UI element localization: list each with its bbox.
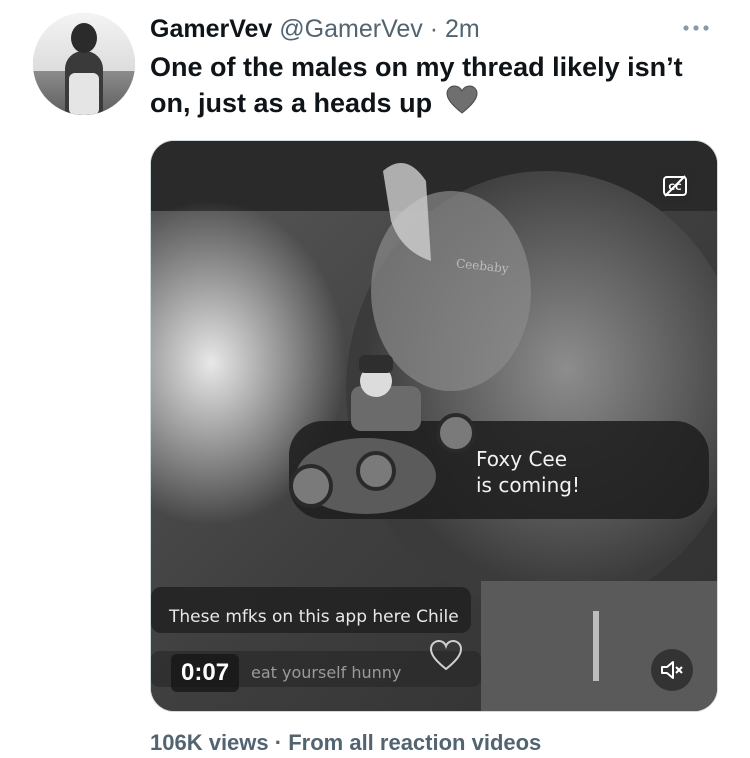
closed-captions-off-icon: CC xyxy=(663,175,687,197)
video-duration: 0:07 xyxy=(171,654,240,692)
display-name[interactable]: GamerVev xyxy=(150,15,272,43)
jacket xyxy=(481,581,717,711)
grey-heart-icon xyxy=(446,85,478,114)
video-overlay-name: Foxy Cee is coming! xyxy=(476,446,606,498)
more-options-button[interactable] xyxy=(678,14,714,42)
tweet-text-content: One of the males on my thread likely isn… xyxy=(150,52,683,118)
video-player[interactable]: Ceebaby Foxy Cee is coming! These mfks o… xyxy=(150,140,718,712)
captions-button[interactable]: CC xyxy=(656,169,694,203)
zipper xyxy=(593,611,599,681)
tweet-text: One of the males on my thread likely isn… xyxy=(150,50,710,121)
tweet: GamerVev @GamerVev · 2m One of the males… xyxy=(0,0,750,758)
header-separator: · xyxy=(429,15,439,43)
avatar-dress xyxy=(69,73,99,115)
video-source[interactable]: From all reaction videos xyxy=(288,730,541,755)
tweet-footer: 106K views · From all reaction videos xyxy=(150,728,541,758)
avatar-head xyxy=(71,23,97,53)
more-horizontal-icon xyxy=(683,25,709,31)
volume-muted-icon xyxy=(661,661,683,679)
unmute-button[interactable] xyxy=(651,649,693,691)
footer-separator: · xyxy=(274,730,283,755)
user-handle[interactable]: @GamerVev xyxy=(279,15,422,43)
video-overlay-caption: These mfks on this app here Chile xyxy=(169,607,459,627)
tweet-header: GamerVev @GamerVev · 2m xyxy=(150,12,480,46)
overlay-name-line1: Foxy Cee xyxy=(476,447,568,471)
view-count: 106K views xyxy=(150,730,269,755)
video-overlay-caption-2: eat yourself hunny xyxy=(251,663,402,682)
tweet-time[interactable]: 2m xyxy=(445,15,480,43)
overlay-name-line2: is coming! xyxy=(476,473,580,497)
avatar[interactable] xyxy=(33,13,135,115)
